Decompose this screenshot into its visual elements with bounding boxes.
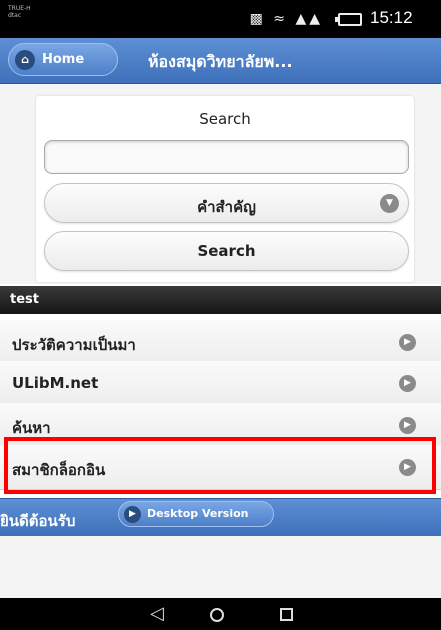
battery-icon [335, 13, 362, 26]
desktop-version-button[interactable]: ▶ Desktop Version [118, 501, 274, 527]
chevron-right-icon: ▶ [399, 375, 416, 392]
recent-apps-icon[interactable] [280, 608, 293, 621]
home-label: Home [42, 52, 85, 67]
list-item-label: ULibM.net [12, 374, 99, 392]
clock: 15:12 [370, 8, 413, 27]
home-icon: ⌂ [15, 50, 35, 70]
desktop-version-label: Desktop Version [147, 507, 249, 520]
list-item-label: ประวัติความเป็นมา [12, 336, 136, 354]
carrier-label: TRUE-H dtac [8, 5, 31, 19]
back-icon[interactable]: ◁ [150, 603, 164, 624]
search-field-select[interactable]: คำสำคัญ ▼ [44, 183, 409, 223]
footer-bar: ยินดีต้อนรับ ▶ Desktop Version [0, 498, 441, 536]
search-heading: Search [199, 110, 251, 128]
nav-bar: ◁ [0, 598, 441, 630]
list-divider: test [0, 286, 441, 314]
list-item-history[interactable]: ประวัติความเป็นมา ▶ [0, 320, 441, 365]
search-input[interactable] [44, 140, 409, 174]
blank-area [0, 536, 441, 598]
signal-icons: ▩ ≈ ▲▲ [249, 11, 323, 27]
divider-label: test [10, 292, 39, 307]
chevron-down-icon: ▼ [380, 194, 399, 213]
highlight-box [4, 437, 436, 494]
header-bar: ⌂ Home ห้องสมุดวิทยาลัยพ... [0, 38, 441, 84]
chevron-right-icon: ▶ [124, 506, 141, 523]
chevron-right-icon: ▶ [399, 417, 416, 434]
page-title: ห้องสมุดวิทยาลัยพ... [148, 52, 293, 71]
home-button[interactable]: ⌂ Home [8, 43, 118, 76]
home-circle-icon[interactable] [210, 608, 224, 622]
status-bar: TRUE-H dtac ▩ ≈ ▲▲ 15:12 [0, 0, 441, 38]
welcome-text: ยินดีต้อนรับ [0, 512, 76, 530]
select-value: คำสำคัญ [197, 198, 256, 216]
chevron-right-icon: ▶ [399, 334, 416, 351]
list-item-ulibm[interactable]: ULibM.net ▶ [0, 361, 441, 406]
search-panel: Search คำสำคัญ ▼ Search [36, 96, 414, 282]
search-button[interactable]: Search [44, 231, 409, 271]
